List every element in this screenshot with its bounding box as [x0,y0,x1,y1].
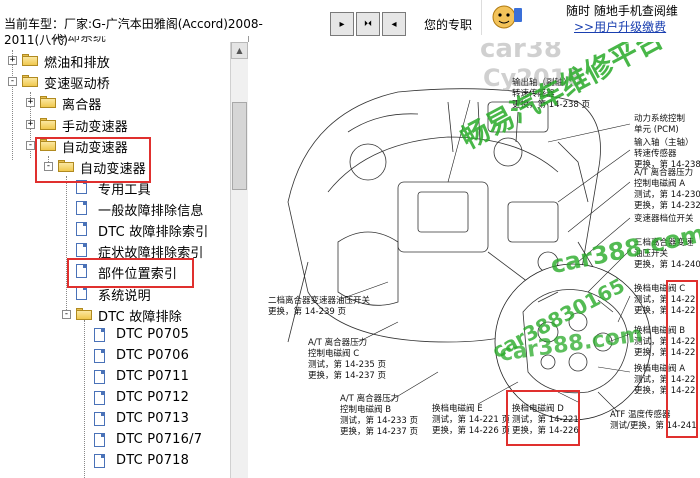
arrow-right-icon[interactable]: ▸ [330,12,354,36]
tree-item-p0705[interactable]: DTC P0705 [0,325,232,346]
tree-item-label: DTC 故障排除索引 [98,225,209,240]
mascot-icon [492,5,522,29]
tree-item-drivetrain[interactable]: - 变速驱动桥 [0,71,232,92]
document-icon [94,391,105,405]
tree-item-manual[interactable]: + 手动变速器 [0,114,232,135]
collapse-icon[interactable]: - [8,77,17,86]
document-icon [94,370,105,384]
collapse-icon[interactable]: - [26,141,35,150]
expand-icon[interactable]: + [26,98,35,107]
folder-icon [40,118,56,130]
expand-icon[interactable]: + [26,120,35,129]
tree-item-label: DTC P0711 [116,369,190,384]
highlight-box-solenoids-right [666,280,698,438]
upgrade-link[interactable]: >>用户升级缴费 [574,18,666,35]
tree-item-label: 变速驱动桥 [44,77,111,92]
tree-item-clutch[interactable]: + 离合器 [0,92,232,113]
highlight-box-parts [67,258,194,288]
collapse-icon[interactable]: - [62,310,71,319]
tree-item-p0712[interactable]: DTC P0712 [0,388,232,409]
tree-item-label: DTC P0718 [116,453,190,468]
document-icon [94,412,105,426]
tree-item-fuel[interactable]: + 燃油和排放 [0,50,232,71]
folder-icon [76,308,92,320]
tree-scrollbar[interactable]: ▲ [230,42,248,478]
top-banner: 随时 随地手机查阅维 >>用户升级缴费 [481,0,700,35]
toolbar: ▸ ⏵⏴ ◂ [330,12,406,40]
scroll-up-icon[interactable]: ▲ [231,42,248,59]
label-second-clutch-switch: 二档离合器变速器油压开关 更换，第 14-239 页 [268,296,371,317]
tree-item-label: DTC 故障排除 [98,310,182,325]
tree-item-p0713[interactable]: DTC P0713 [0,409,232,430]
double-arrow-icon[interactable]: ⏵⏴ [356,12,380,36]
highlight-box-solenoid-d [506,390,580,446]
label-input-shaft-sensor: 输入轴（主轴） 转速传感器 更换，第 14-238 [634,138,700,170]
expand-icon[interactable]: + [8,56,17,65]
parts-location-diagram: 输出轴（副轴） 转速传感器 更换，第 14-238 页 动力系统控制 单元 (P… [248,42,700,478]
tree-item-label: 一般故障排除信息 [98,204,204,219]
document-icon [94,349,105,363]
document-icon [94,433,105,447]
tree-item-dtc-troubleshoot[interactable]: - DTC 故障排除 [0,304,232,325]
label-pcm: 动力系统控制 单元 (PCM) [634,114,686,135]
tree-item-label: DTC P0705 [116,327,190,342]
tree-item-dtc-index[interactable]: DTC 故障排除索引 [0,219,232,240]
tree-item-p0718[interactable]: DTC P0718 [0,451,232,472]
tree-item-p0716[interactable]: DTC P0716/7 [0,430,232,451]
highlight-box-auto [35,137,151,183]
watermark: car38 [480,42,562,64]
folder-icon [22,54,38,66]
tree-item-general[interactable]: 一般故障排除信息 [0,198,232,219]
document-icon [76,201,87,215]
folder-icon [22,75,38,87]
tree-item-label: DTC P0713 [116,411,190,426]
banner-text: 随时 随地手机查阅维 [566,4,678,18]
tree-item-label: DTC P0712 [116,390,190,405]
label-solenoid-c: A/T 离合器压力 控制电磁阀 C 测试，第 14-235 页 更换，第 14-… [308,338,387,381]
tree-item-label: DTC P0706 [116,348,190,363]
label-shift-solenoid-e: 换档电磁阀 E 测试，第 14-221 页 更换，第 14-226 页 [432,404,511,436]
folder-icon [40,96,56,108]
pro-text: 您的专职 [424,18,473,32]
label-solenoid-b: A/T 离合器压力 控制电磁阀 B 测试，第 14-233 页 更换，第 14-… [340,394,419,437]
tree-item-p0706[interactable]: DTC P0706 [0,346,232,367]
arrow-left-icon[interactable]: ◂ [382,12,406,36]
tree-item-p0711[interactable]: DTC P0711 [0,367,232,388]
scroll-thumb[interactable] [232,102,247,190]
document-icon [76,286,87,300]
document-icon [94,454,105,468]
tree-item-label: 手动变速器 [62,120,129,135]
label-solenoid-a: A/T 离合器压力 控制电磁阀 A 测试，第 14-230 更换，第 14-23… [634,168,700,211]
tree-item-label: 燃油和排放 [44,56,111,71]
document-icon [76,243,87,257]
document-icon [94,328,105,342]
document-icon [76,222,87,236]
tree-item-label: DTC P0716/7 [116,432,203,447]
tree-item-label: 离合器 [62,98,102,113]
